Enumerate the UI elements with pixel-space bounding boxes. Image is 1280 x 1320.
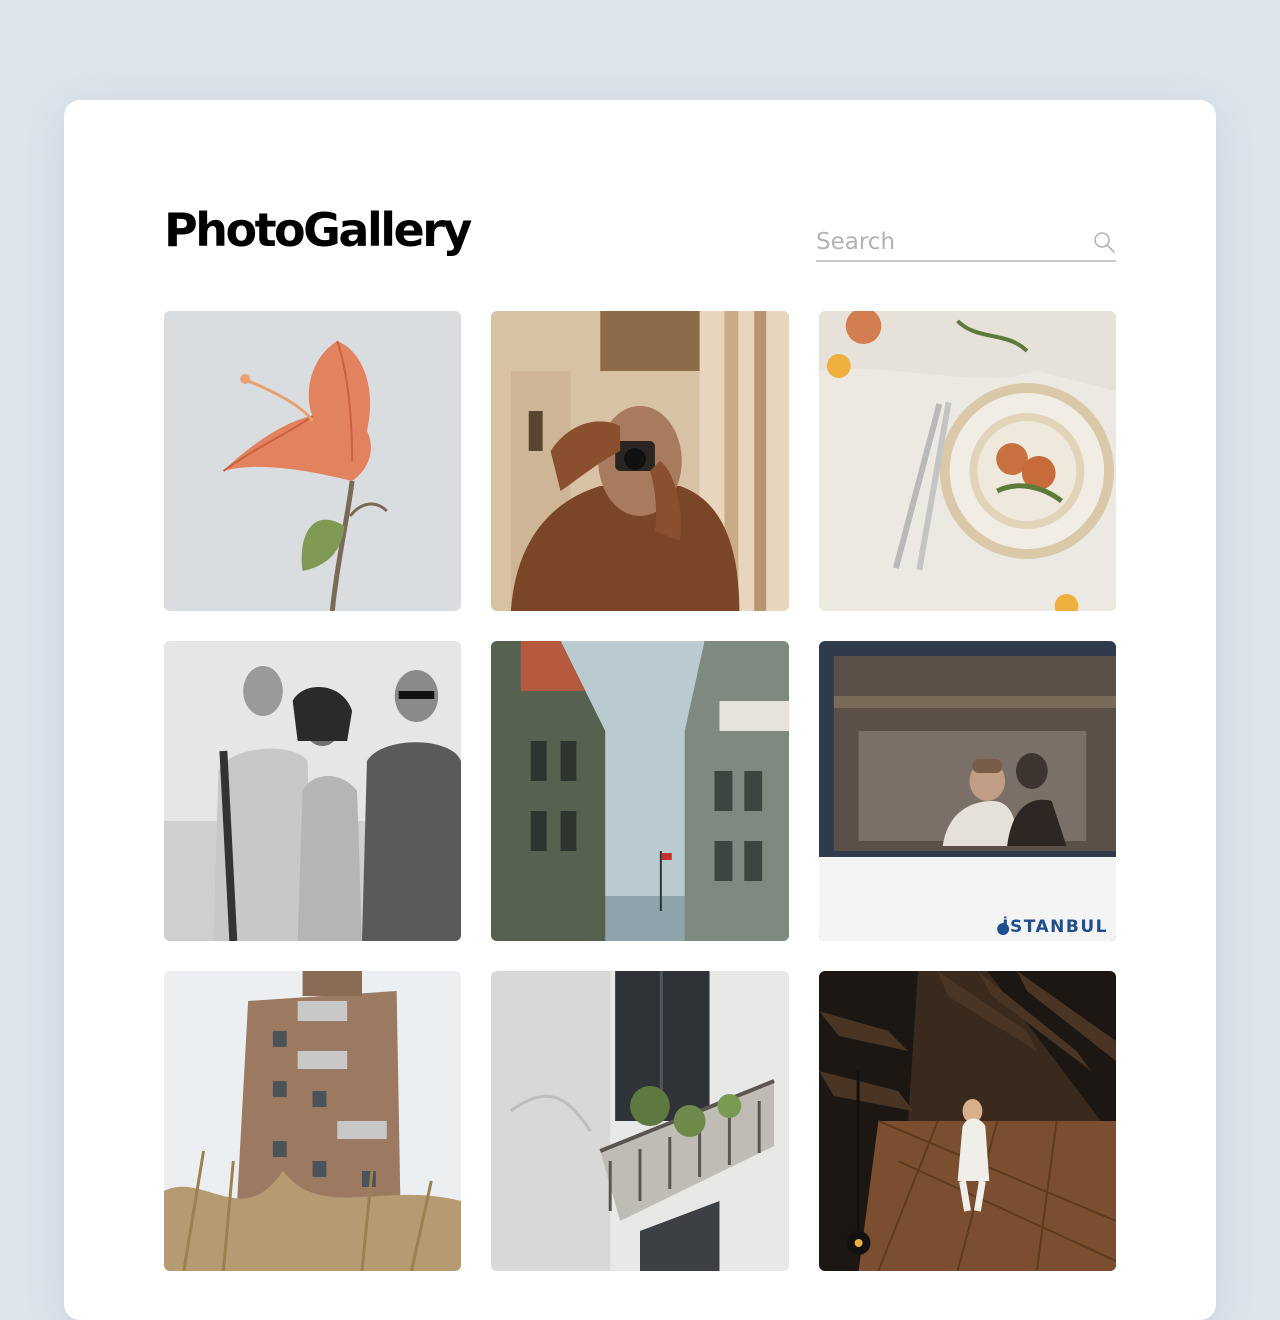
photo-tile-building[interactable] — [164, 971, 461, 1271]
photo-tile-street[interactable] — [491, 641, 789, 941]
tram-window-image — [819, 641, 1116, 941]
friends-image — [164, 641, 461, 941]
photo-tile-tram-window[interactable]: İSTANBUL — [819, 641, 1116, 941]
building-image — [164, 971, 461, 1271]
flower-image — [164, 311, 461, 611]
photo-grid: İSTANBUL — [164, 311, 1116, 1271]
table-setting-image — [819, 311, 1116, 611]
photo-tile-church-aisle[interactable] — [819, 971, 1116, 1271]
gallery-card: PhotoGallery Search İSTANBUL — [64, 100, 1216, 1320]
search-icon[interactable] — [1092, 230, 1116, 254]
page-title: PhotoGallery — [164, 203, 472, 257]
search-bar — [816, 224, 1116, 262]
balcony-image — [491, 971, 789, 1271]
search-input[interactable] — [816, 224, 1076, 260]
tram-sign-text: İSTANBUL — [1002, 917, 1108, 937]
church-aisle-image — [819, 971, 1116, 1271]
photo-tile-friends[interactable] — [164, 641, 461, 941]
street-image — [491, 641, 789, 941]
photo-tile-photographer[interactable] — [491, 311, 789, 611]
photographer-image — [491, 311, 789, 611]
photo-tile-table-setting[interactable] — [819, 311, 1116, 611]
photo-tile-balcony[interactable] — [491, 971, 789, 1271]
photo-tile-flower[interactable] — [164, 311, 461, 611]
